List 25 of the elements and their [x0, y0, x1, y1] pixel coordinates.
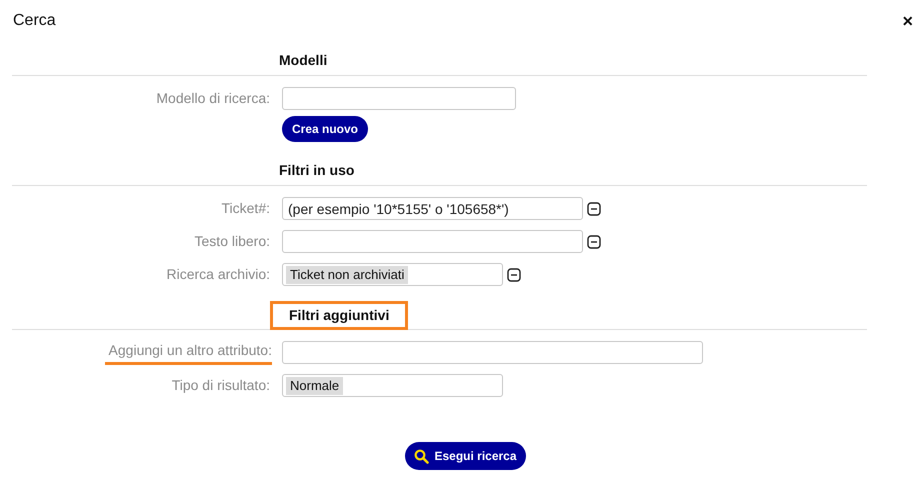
select-field[interactable]: Normale — [282, 374, 503, 397]
selected-option: Ticket non archiviati — [286, 266, 408, 284]
remove-icon[interactable] — [587, 202, 601, 216]
input-field[interactable]: (per esempio '10*5155' o '105658*') — [282, 197, 583, 220]
close-button[interactable]: × — [902, 12, 913, 30]
field-label: Tipo di risultato: — [172, 376, 270, 395]
create-new-button[interactable]: Crea nuovo — [282, 116, 368, 142]
search-button[interactable]: Esegui ricerca — [405, 442, 526, 470]
field-label: Ticket#: — [222, 198, 270, 218]
field-label: Ricerca archivio: — [166, 264, 270, 284]
section-heading: Filtri in uso — [279, 161, 354, 180]
search-icon — [414, 448, 430, 464]
field-label: Modello di ricerca: — [156, 88, 270, 108]
field-label: Aggiungi un altro attributo: — [104, 340, 272, 365]
field-label: Testo libero: — [194, 232, 270, 250]
selected-option: Normale — [286, 376, 344, 394]
input-field[interactable] — [282, 230, 583, 253]
remove-icon[interactable] — [507, 268, 521, 282]
input-field[interactable] — [282, 341, 703, 364]
input-field[interactable] — [282, 87, 516, 110]
dialog-title: Cerca — [13, 11, 56, 31]
remove-icon[interactable] — [587, 234, 601, 248]
section-heading: Modelli — [279, 51, 328, 70]
section-heading: Filtri aggiuntivi — [273, 304, 406, 327]
select-field[interactable]: Ticket non archiviati — [282, 263, 503, 286]
